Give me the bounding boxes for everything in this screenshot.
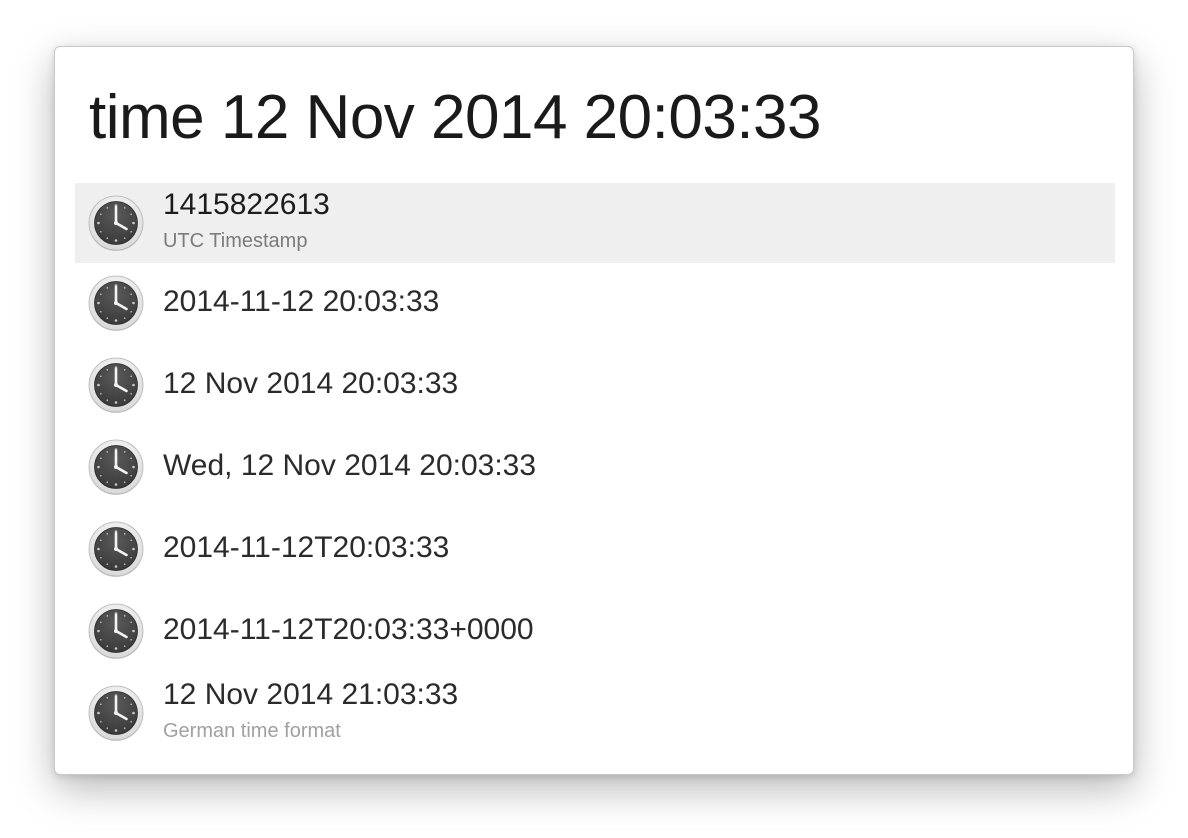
result-title: 2014-11-12T20:03:33+0000 xyxy=(163,613,534,646)
result-subtitle: German time format xyxy=(163,720,341,742)
clock-icon xyxy=(88,275,144,331)
result-item[interactable]: 2014-11-12 20:03:33 xyxy=(75,263,1115,345)
result-title: 2014-11-12T20:03:33 xyxy=(163,531,450,564)
search-input[interactable] xyxy=(89,77,1099,157)
result-title: Wed, 12 Nov 2014 20:03:33 xyxy=(163,449,537,482)
clock-icon xyxy=(88,439,144,495)
result-item[interactable]: 12 Nov 2014 20:03:33 xyxy=(75,345,1115,427)
result-item[interactable]: 1415822613 UTC Timestamp xyxy=(75,183,1115,263)
result-item[interactable]: Wed, 12 Nov 2014 20:03:33 xyxy=(75,427,1115,509)
result-title: 2014-11-12 20:03:33 xyxy=(163,285,440,318)
result-subtitle: UTC Timestamp xyxy=(163,230,308,252)
result-item[interactable]: 12 Nov 2014 21:03:33 German time format xyxy=(75,673,1115,755)
launcher-window: 1415822613 UTC Timestamp 2014-11-12 20:0… xyxy=(54,46,1134,775)
clock-icon xyxy=(88,521,144,577)
result-title: 1415822613 xyxy=(163,188,330,221)
results-list: 1415822613 UTC Timestamp 2014-11-12 20:0… xyxy=(75,183,1115,755)
clock-icon xyxy=(88,685,144,741)
clock-icon xyxy=(88,195,144,251)
result-title: 12 Nov 2014 21:03:33 xyxy=(163,678,459,711)
result-title: 12 Nov 2014 20:03:33 xyxy=(163,367,459,400)
clock-icon xyxy=(88,357,144,413)
result-item[interactable]: 2014-11-12T20:03:33 xyxy=(75,509,1115,591)
result-item[interactable]: 2014-11-12T20:03:33+0000 xyxy=(75,591,1115,673)
clock-icon xyxy=(88,603,144,659)
